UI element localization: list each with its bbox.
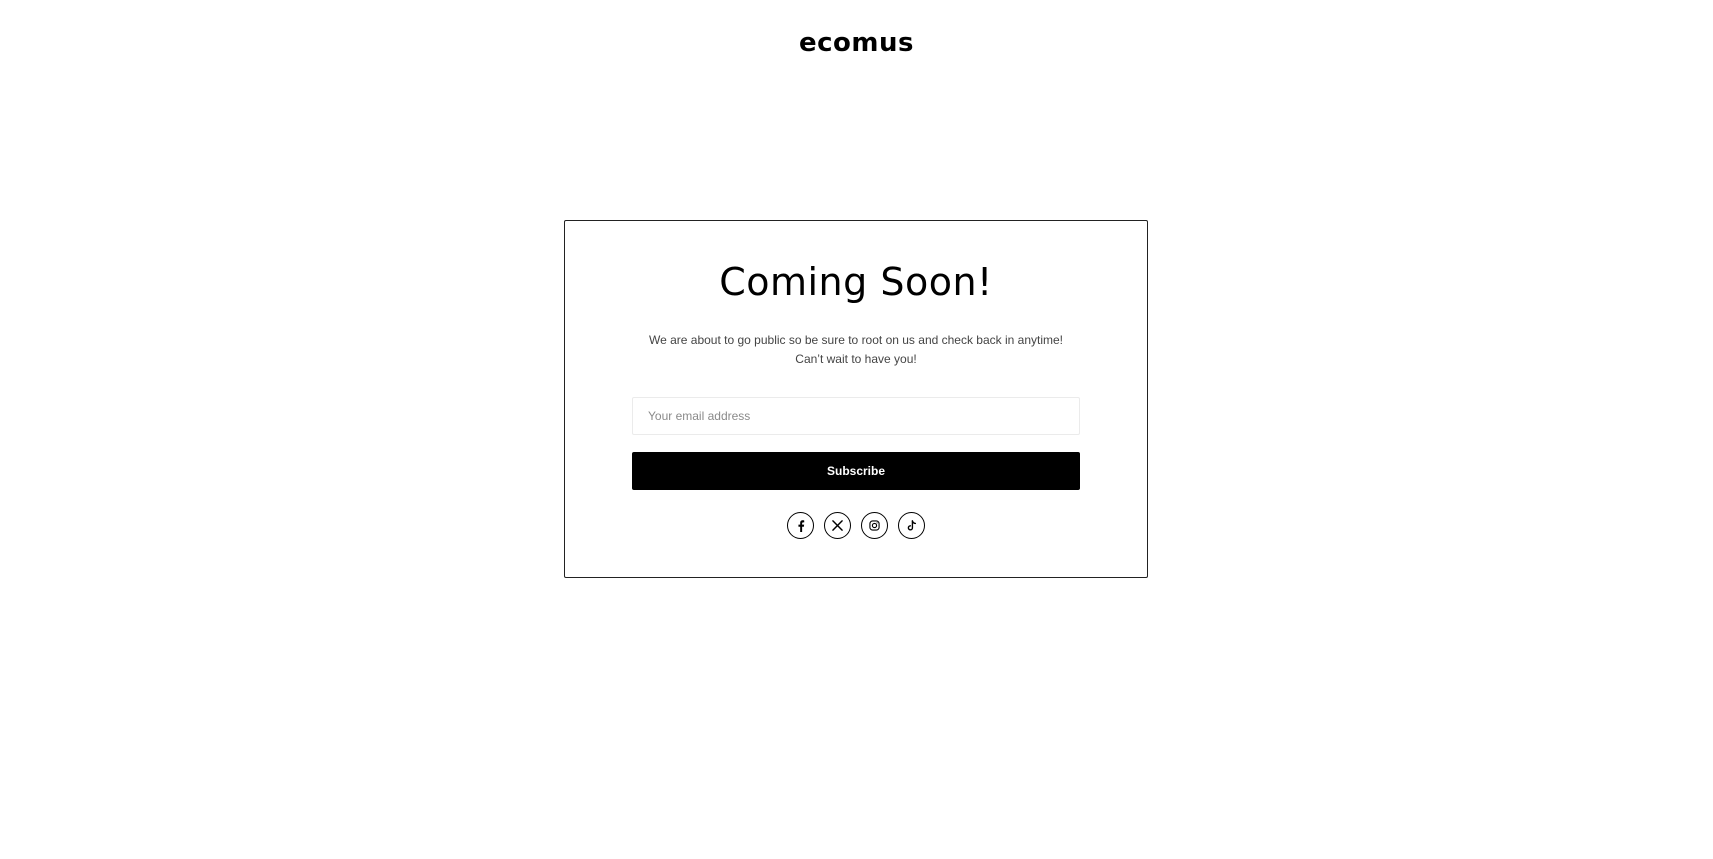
description: We are about to go public so be sure to …	[621, 331, 1091, 369]
description-line-1: We are about to go public so be sure to …	[648, 333, 1064, 347]
facebook-icon	[796, 519, 806, 532]
x-twitter-icon	[832, 520, 843, 531]
instagram-link[interactable]	[861, 512, 888, 539]
coming-soon-card: Coming Soon! We are about to go public s…	[564, 220, 1148, 578]
tiktok-link[interactable]	[898, 512, 925, 539]
social-links	[565, 512, 1147, 539]
email-input[interactable]	[632, 397, 1080, 435]
instagram-icon	[869, 520, 880, 531]
x-twitter-link[interactable]	[824, 512, 851, 539]
description-line-2: Can’t wait to have you!	[795, 352, 917, 366]
tiktok-icon	[906, 519, 917, 532]
brand-logo[interactable]: ecomus	[0, 26, 1713, 60]
coming-soon-page: ecomus Coming Soon! We are about to go p…	[0, 0, 1713, 859]
facebook-link[interactable]	[787, 512, 814, 539]
subscribe-button[interactable]: Subscribe	[632, 452, 1080, 490]
page-title: Coming Soon!	[719, 260, 993, 304]
